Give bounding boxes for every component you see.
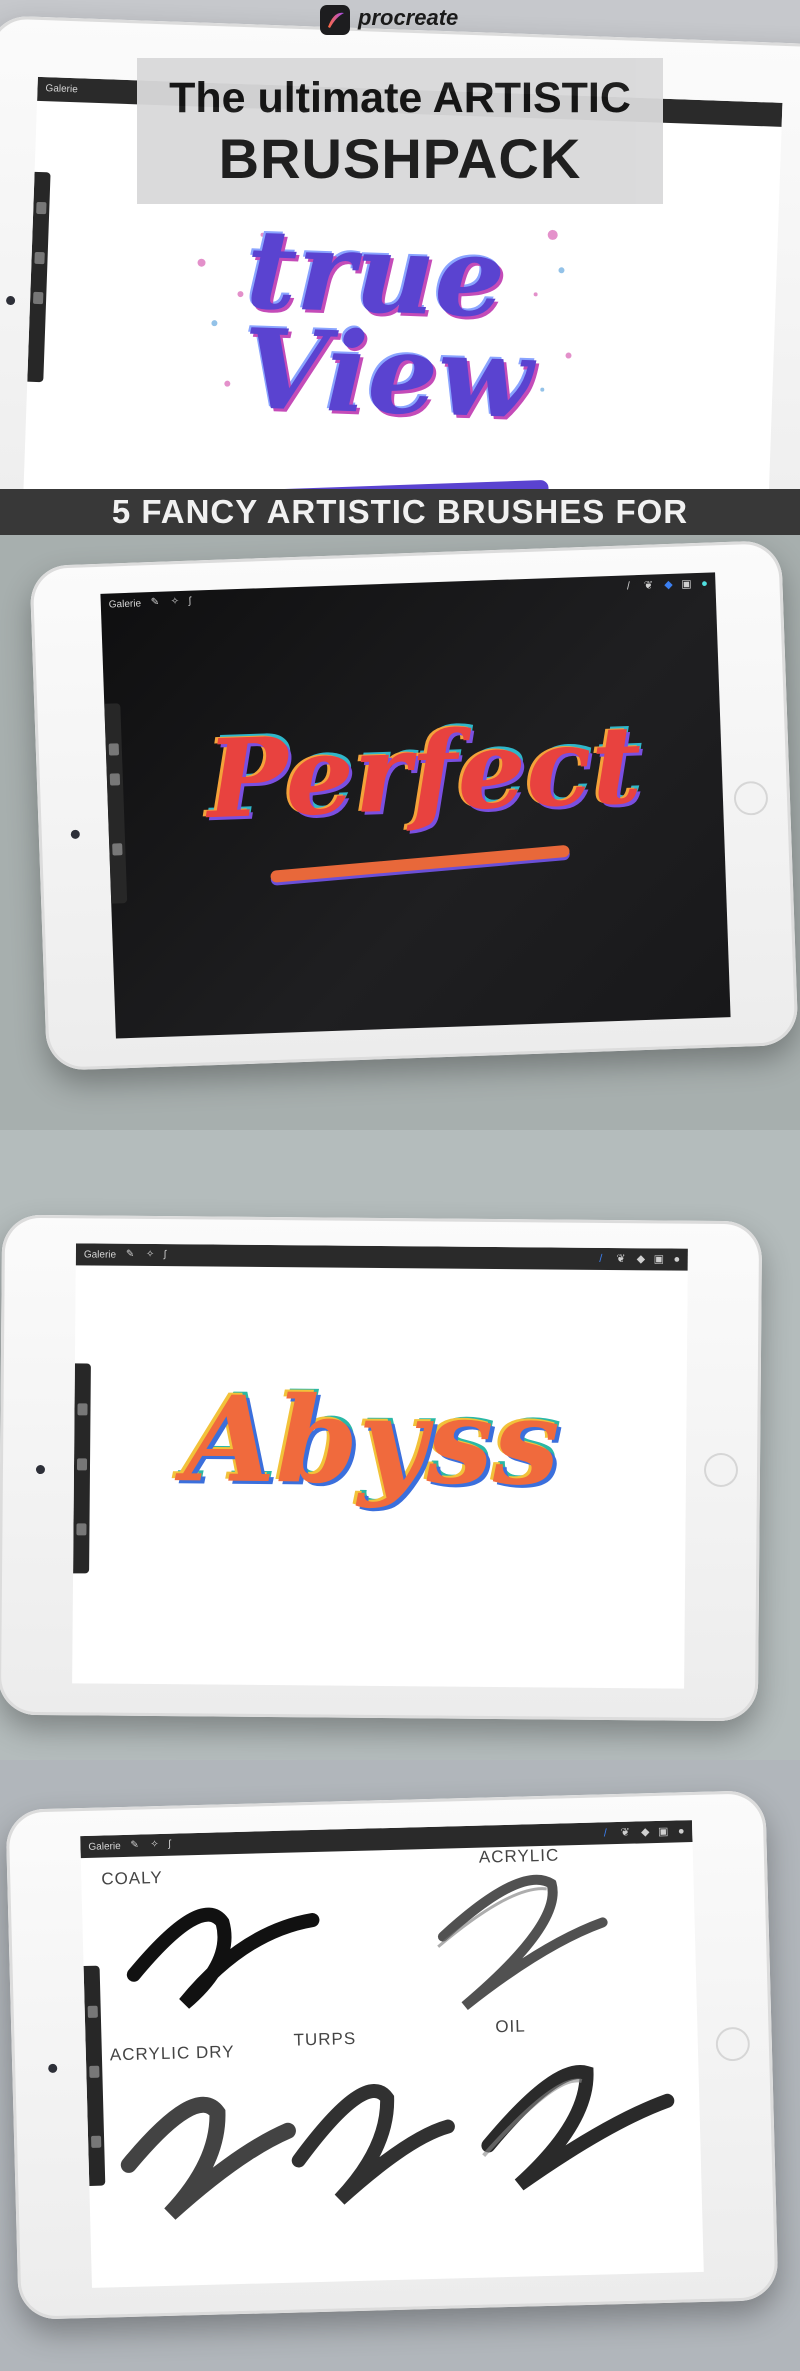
selection-icon[interactable]: ʃ bbox=[189, 596, 192, 607]
front-camera bbox=[70, 829, 80, 839]
page: Galerie true View procreate The ultimate… bbox=[0, 0, 800, 2371]
canvas-screen: Galerie ✎ ✧ ʃ / ❦ ◆ ▣ ● COALY ACRYLIC AC… bbox=[80, 1820, 704, 2288]
smudge-icon[interactable]: ❦ bbox=[641, 578, 655, 592]
stroke-oil bbox=[481, 2065, 675, 2191]
front-camera bbox=[35, 1464, 46, 1475]
brushes-section: Galerie ✎ ✧ ʃ / ❦ ◆ ▣ ● COALY ACRYLIC AC… bbox=[0, 1760, 800, 2371]
ipad-device: Galerie ✎ ✧ ʃ / ❦ ◆ ▣ ● Perfect bbox=[29, 540, 799, 1071]
selection-icon[interactable]: ʃ bbox=[164, 1249, 166, 1260]
brush-size-sidebar[interactable] bbox=[73, 1363, 91, 1574]
title-box: The ultimate ARTISTIC BRUSHPACK bbox=[137, 58, 663, 204]
color-picker-icon[interactable]: ● bbox=[670, 1253, 684, 1267]
gallery-button[interactable]: Galerie bbox=[84, 1249, 116, 1260]
true-view-lettering: true View bbox=[240, 204, 535, 444]
perfect-lettering: Perfect bbox=[204, 702, 644, 844]
wrench-icon[interactable]: ✎ bbox=[126, 1249, 134, 1260]
procreate-toolbar: Galerie ✎ ✧ ʃ / ❦ ◆ ▣ ● bbox=[100, 572, 715, 617]
layers-icon[interactable]: ▣ bbox=[679, 577, 693, 591]
home-button[interactable] bbox=[733, 780, 769, 816]
home-button[interactable] bbox=[715, 2026, 751, 2062]
stroke-turps bbox=[291, 2084, 455, 2205]
abyss-lettering: Abyss bbox=[183, 1369, 561, 1512]
brush-icon[interactable]: / bbox=[594, 1252, 608, 1266]
lettering-underline bbox=[270, 844, 570, 883]
page-title-line1: The ultimate ARTISTIC bbox=[169, 74, 631, 122]
eraser-icon[interactable]: ◆ bbox=[661, 578, 675, 592]
stroke-acrylic bbox=[437, 1874, 608, 2010]
brush-size-sidebar[interactable] bbox=[104, 703, 128, 904]
procreate-toolbar: Galerie ✎ ✧ ʃ / ❦ ◆ ▣ ● bbox=[75, 1243, 688, 1271]
ipad-device: Galerie ✎ ✧ ʃ / ❦ ◆ ▣ ● COALY ACRYLIC AC… bbox=[5, 1790, 779, 2320]
subtitle-banner: 5 FANCY ARTISTIC BRUSHES FOR PROCREATE bbox=[0, 489, 800, 535]
ipad-device: Galerie ✎ ✧ ʃ / ❦ ◆ ▣ ● Abyss bbox=[0, 1214, 763, 1722]
wrench-icon[interactable]: ✎ bbox=[151, 597, 160, 608]
procreate-logo-text: procreate bbox=[358, 5, 459, 30]
eraser-icon[interactable]: ◆ bbox=[634, 1252, 648, 1266]
stroke-coaly bbox=[126, 1907, 320, 2009]
brush-icon[interactable]: / bbox=[621, 579, 635, 593]
stroke-acrylic-dry bbox=[120, 2096, 296, 2220]
smudge-icon[interactable]: ❦ bbox=[614, 1252, 628, 1266]
color-picker-icon[interactable]: ● bbox=[697, 576, 711, 590]
abyss-section: Galerie ✎ ✧ ʃ / ❦ ◆ ▣ ● Abyss bbox=[0, 1130, 800, 1760]
hero-section: Galerie true View procreate The ultimate… bbox=[0, 0, 800, 535]
front-camera bbox=[48, 2063, 58, 2074]
adjustments-icon[interactable]: ✧ bbox=[146, 1249, 154, 1260]
home-button[interactable] bbox=[703, 1452, 739, 1488]
brush-strokes bbox=[120, 1874, 675, 2220]
layers-icon[interactable]: ▣ bbox=[652, 1252, 666, 1266]
page-title-line2: BRUSHPACK bbox=[218, 127, 582, 190]
gallery-button[interactable]: Galerie bbox=[109, 598, 142, 610]
canvas-screen: Galerie ✎ ✧ ʃ / ❦ ◆ ▣ ● Perfect bbox=[100, 572, 731, 1039]
perfect-section: Galerie ✎ ✧ ʃ / ❦ ◆ ▣ ● Perfect bbox=[0, 535, 800, 1130]
front-camera bbox=[5, 295, 16, 306]
adjustments-icon[interactable]: ✧ bbox=[171, 596, 180, 607]
procreate-logo-icon bbox=[320, 5, 350, 35]
canvas-screen: Galerie ✎ ✧ ʃ / ❦ ◆ ▣ ● Abyss bbox=[72, 1243, 688, 1689]
